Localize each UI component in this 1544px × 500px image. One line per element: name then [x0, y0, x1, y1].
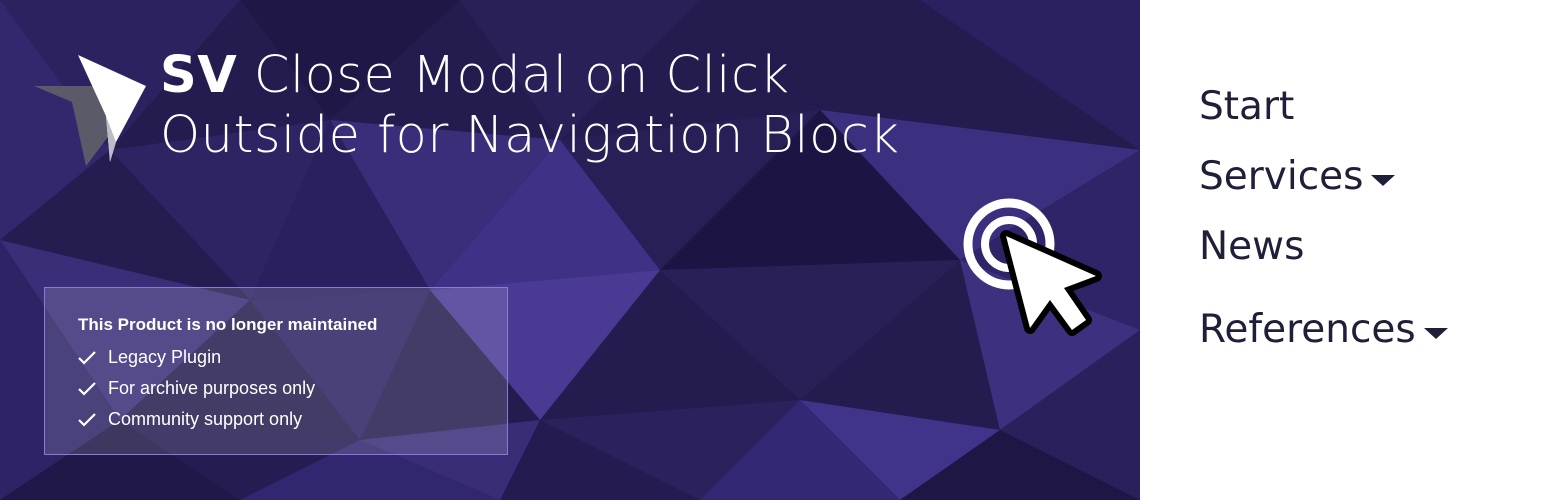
nav-item-label: Services: [1199, 154, 1364, 199]
banner-title-line-2: Outside for Navigation Block: [160, 106, 900, 165]
banner-title: SV Close Modal on Click Outside for Navi…: [160, 46, 1120, 166]
notice-item: For archive purposes only: [77, 373, 315, 404]
nav-item-label: References: [1199, 307, 1416, 352]
nav-item-references[interactable]: References: [1199, 307, 1448, 352]
brand-name: SV: [160, 46, 238, 105]
notice-heading: This Product is no longer maintained: [78, 315, 378, 334]
nav-item-start[interactable]: Start: [1199, 84, 1294, 129]
navigation-menu: Start Services News References: [1199, 0, 1529, 500]
notice-item-label: Community support only: [108, 409, 303, 429]
plugin-banner: SV Close Modal on Click Outside for Navi…: [0, 0, 1140, 500]
check-icon: [78, 412, 96, 427]
caret-down-icon[interactable]: [1423, 328, 1448, 339]
title-text-1: Close Modal on Click: [237, 46, 790, 105]
notice-item-label: For archive purposes only: [108, 378, 316, 398]
check-icon: [78, 350, 96, 365]
maintenance-notice: This Product is no longer maintained Leg…: [44, 287, 508, 455]
check-icon: [78, 381, 96, 396]
caret-down-icon[interactable]: [1371, 175, 1396, 186]
nav-item-label: News: [1199, 224, 1305, 269]
notice-item: Legacy Plugin: [77, 342, 315, 373]
pointer-cursor-icon: [1000, 230, 1102, 336]
notice-item-label: Legacy Plugin: [108, 347, 222, 367]
nav-item-label: Start: [1199, 84, 1295, 129]
notice-item: Community support only: [77, 404, 315, 435]
banner-title-line-1: SV Close Modal on Click: [160, 46, 1120, 106]
nav-item-news[interactable]: News: [1199, 224, 1304, 269]
logo-icon: [34, 55, 146, 166]
nav-item-services[interactable]: Services: [1199, 154, 1396, 199]
click-target-icon: [963, 198, 1102, 336]
notice-list: Legacy Plugin For archive purposes only …: [77, 342, 315, 435]
